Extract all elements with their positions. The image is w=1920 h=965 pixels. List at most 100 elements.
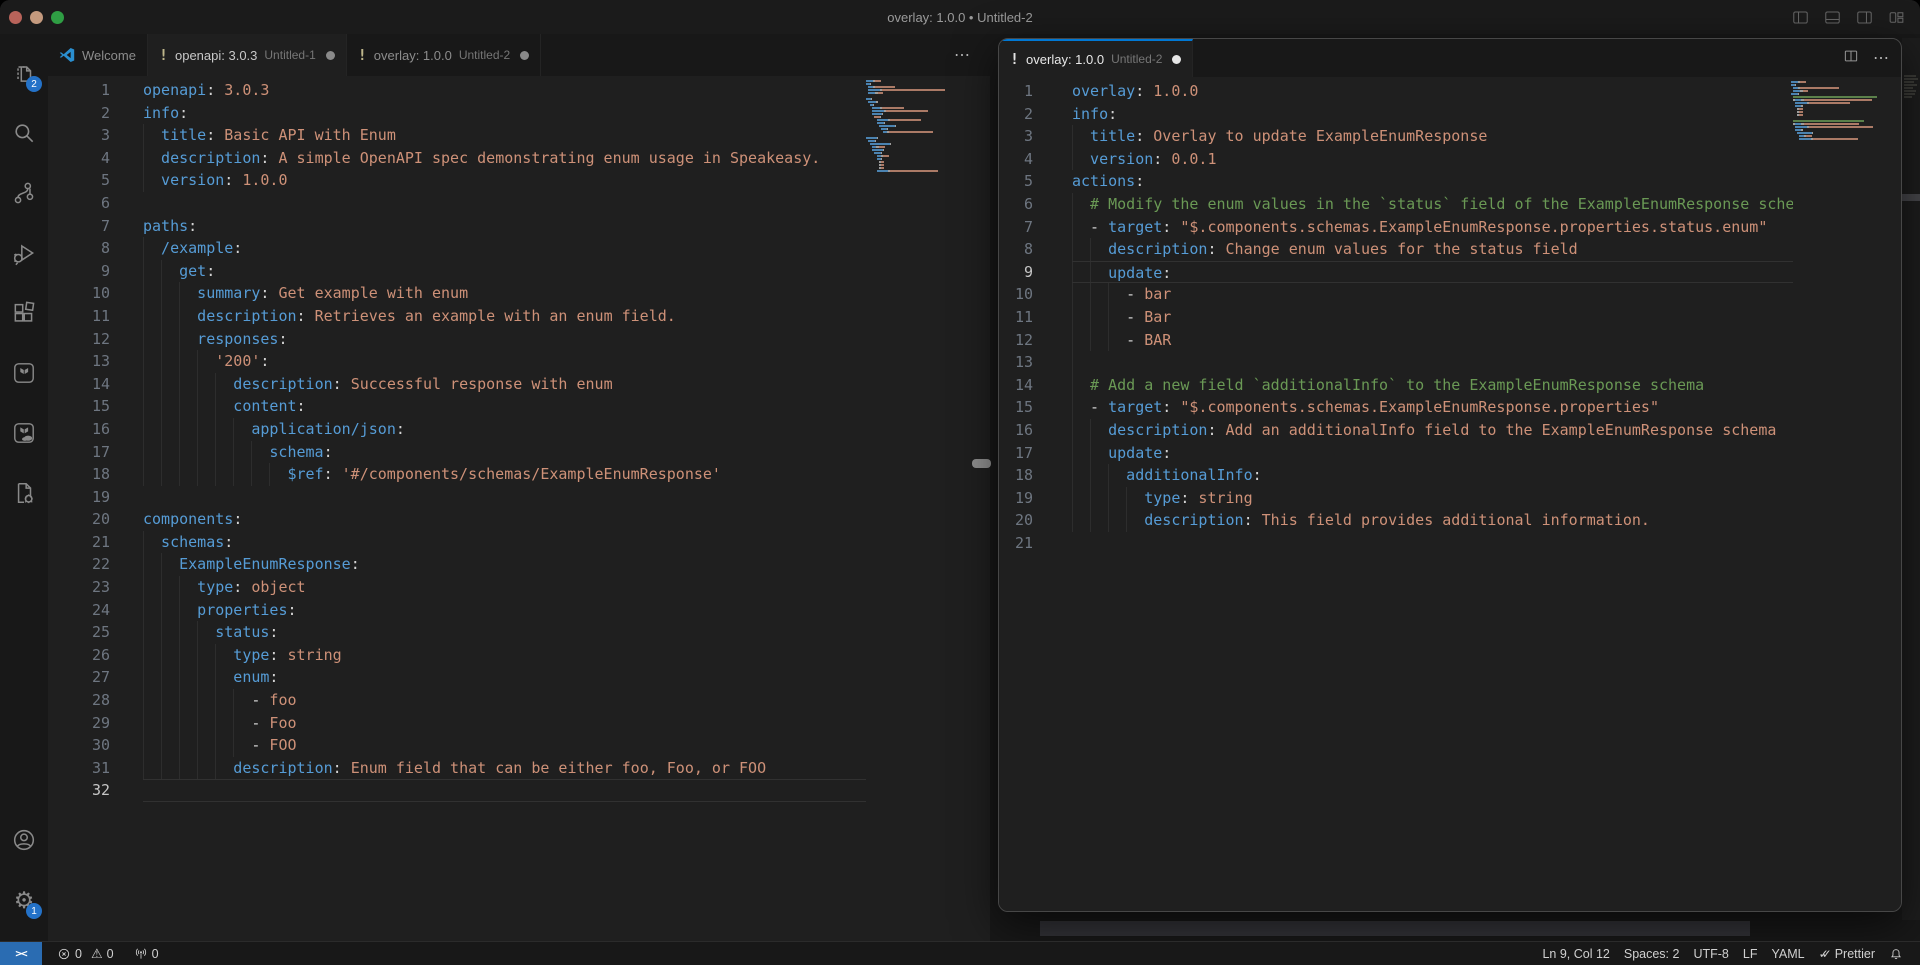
code-line-28: 28- foo (48, 689, 990, 712)
tab-overlay-1-0-0[interactable]: !overlay: 1.0.0Untitled-2 (999, 39, 1193, 77)
background-scrollbar[interactable] (1902, 194, 1920, 201)
code-line-19: 19type: string (999, 487, 1901, 510)
overlay-editor[interactable]: 1overlay: 1.0.02info:3title: Overlay to … (999, 77, 1901, 911)
left-tab-bar: Welcome !openapi: 3.0.3Untitled-1!overlay… (48, 34, 990, 76)
line-number: 14 (48, 373, 110, 396)
line-number: 5 (48, 169, 110, 192)
line-number: 27 (48, 666, 110, 689)
line-number: 21 (48, 531, 110, 554)
code-line-18: 18$ref: '#/components/schemas/ExampleEnu… (48, 463, 990, 486)
code-line-2: 2info: (48, 102, 990, 125)
line-number: 21 (999, 532, 1033, 555)
modified-dot[interactable] (1172, 55, 1181, 64)
settings-icon[interactable]: ⚙1 (0, 875, 48, 925)
yaml-file-icon: ! (358, 46, 367, 64)
line-number: 11 (999, 306, 1033, 329)
toggle-secondary-sidebar-icon[interactable] (1855, 8, 1874, 27)
left-minimap[interactable] (866, 80, 978, 176)
line-number: 2 (999, 103, 1033, 126)
code-line-1: 1openapi: 3.0.3 (48, 79, 990, 102)
split-editor-icon[interactable] (1842, 47, 1860, 70)
account-icon[interactable] (0, 815, 48, 865)
code-line-4: 4description: A simple OpenAPI spec demo… (48, 147, 990, 170)
run-debug-icon[interactable] (0, 228, 48, 278)
zoom-button[interactable] (51, 11, 64, 24)
line-number: 16 (48, 418, 110, 441)
toggle-sidebar-icon[interactable] (1791, 8, 1810, 27)
tab-label: overlay: 1.0.0 (1026, 52, 1104, 67)
layout-controls (1791, 0, 1906, 34)
code-line-16: 16description: Add an additionalInfo fie… (999, 419, 1901, 442)
terraform-cloud-icon[interactable] (0, 408, 48, 458)
overlay-minimap[interactable] (1791, 81, 1895, 144)
code-line-5: 5version: 1.0.0 (48, 169, 990, 192)
line-number: 9 (999, 261, 1033, 284)
line-number: 8 (999, 238, 1033, 261)
line-number: 6 (999, 193, 1033, 216)
remote-indicator[interactable]: >< (0, 942, 42, 965)
traffic-lights (9, 11, 64, 24)
line-number: 7 (999, 216, 1033, 239)
source-control-icon[interactable] (0, 168, 48, 218)
extensions-icon[interactable] (0, 288, 48, 338)
search-icon[interactable] (0, 108, 48, 158)
code-line-9: 9get: (48, 260, 990, 283)
tab-welcome[interactable]: Welcome (48, 34, 148, 76)
title-bar: overlay: 1.0.0 • Untitled-2 (0, 0, 1920, 34)
modified-dot[interactable] (326, 51, 335, 60)
line-number: 7 (48, 215, 110, 238)
tab-label: Welcome (82, 48, 136, 63)
line-number: 10 (999, 283, 1033, 306)
code-line-7: 7- target: "$.components.schemas.Example… (999, 216, 1901, 239)
openapi-editor[interactable]: 1openapi: 3.0.32info:3title: Basic API w… (48, 76, 990, 941)
line-number: 3 (48, 124, 110, 147)
line-number: 2 (48, 102, 110, 125)
tools-file-icon[interactable] (0, 468, 48, 518)
line-number: 4 (999, 148, 1033, 171)
toggle-panel-icon[interactable] (1823, 8, 1842, 27)
overlay-tab-bar: !overlay: 1.0.0Untitled-2 ⋯ (999, 39, 1901, 77)
files-icon[interactable]: 2 (0, 48, 48, 98)
code-line-17: 17update: (999, 442, 1901, 465)
line-number: 4 (48, 147, 110, 170)
line-number: 13 (48, 350, 110, 373)
tab-openapi-3-0-3[interactable]: !openapi: 3.0.3Untitled-1 (148, 34, 347, 76)
eol[interactable]: LF (1736, 947, 1765, 961)
close-button[interactable] (9, 11, 22, 24)
customize-layout-icon[interactable] (1887, 8, 1906, 27)
code-line-27: 27enum: (48, 666, 990, 689)
more-actions-icon[interactable]: ⋯ (954, 34, 970, 76)
modified-dot[interactable] (520, 51, 529, 60)
code-line-22: 22ExampleEnumResponse: (48, 553, 990, 576)
code-line-9: 9update: (999, 261, 1901, 284)
line-number: 17 (999, 442, 1033, 465)
cursor-position[interactable]: Ln 9, Col 12 (1535, 947, 1616, 961)
code-line-23: 23type: object (48, 576, 990, 599)
horizontal-scrollbar[interactable] (1040, 921, 1750, 936)
tab-detail: Untitled-2 (459, 48, 510, 62)
indentation[interactable]: Spaces: 2 (1617, 947, 1687, 961)
editor-sash-grabber[interactable] (972, 459, 991, 468)
line-number: 11 (48, 305, 110, 328)
minimize-button[interactable] (30, 11, 43, 24)
yaml-file-icon: ! (1010, 50, 1019, 68)
code-line-29: 29- Foo (48, 712, 990, 735)
formatter[interactable]: ✓✓Prettier (1812, 947, 1882, 961)
tab-overlay-1-0-0[interactable]: !overlay: 1.0.0Untitled-2 (347, 34, 541, 76)
line-number: 32 (48, 779, 110, 802)
language-mode[interactable]: YAML (1764, 947, 1811, 961)
more-actions-icon[interactable]: ⋯ (1873, 48, 1889, 68)
problems-status[interactable]: 0 ⚠ 0 (50, 942, 121, 965)
line-number: 15 (48, 395, 110, 418)
line-number: 20 (48, 508, 110, 531)
notifications[interactable] (1882, 947, 1910, 961)
yaml-file-icon: ! (159, 46, 168, 64)
encoding[interactable]: UTF-8 (1686, 947, 1735, 961)
terraform-icon[interactable] (0, 348, 48, 398)
line-number: 23 (48, 576, 110, 599)
line-number: 3 (999, 125, 1033, 148)
overlay-window-actions: ⋯ (1842, 39, 1889, 77)
line-number: 12 (999, 329, 1033, 352)
ports-status[interactable]: 0 (127, 942, 166, 965)
code-line-10: 10- bar (999, 283, 1901, 306)
